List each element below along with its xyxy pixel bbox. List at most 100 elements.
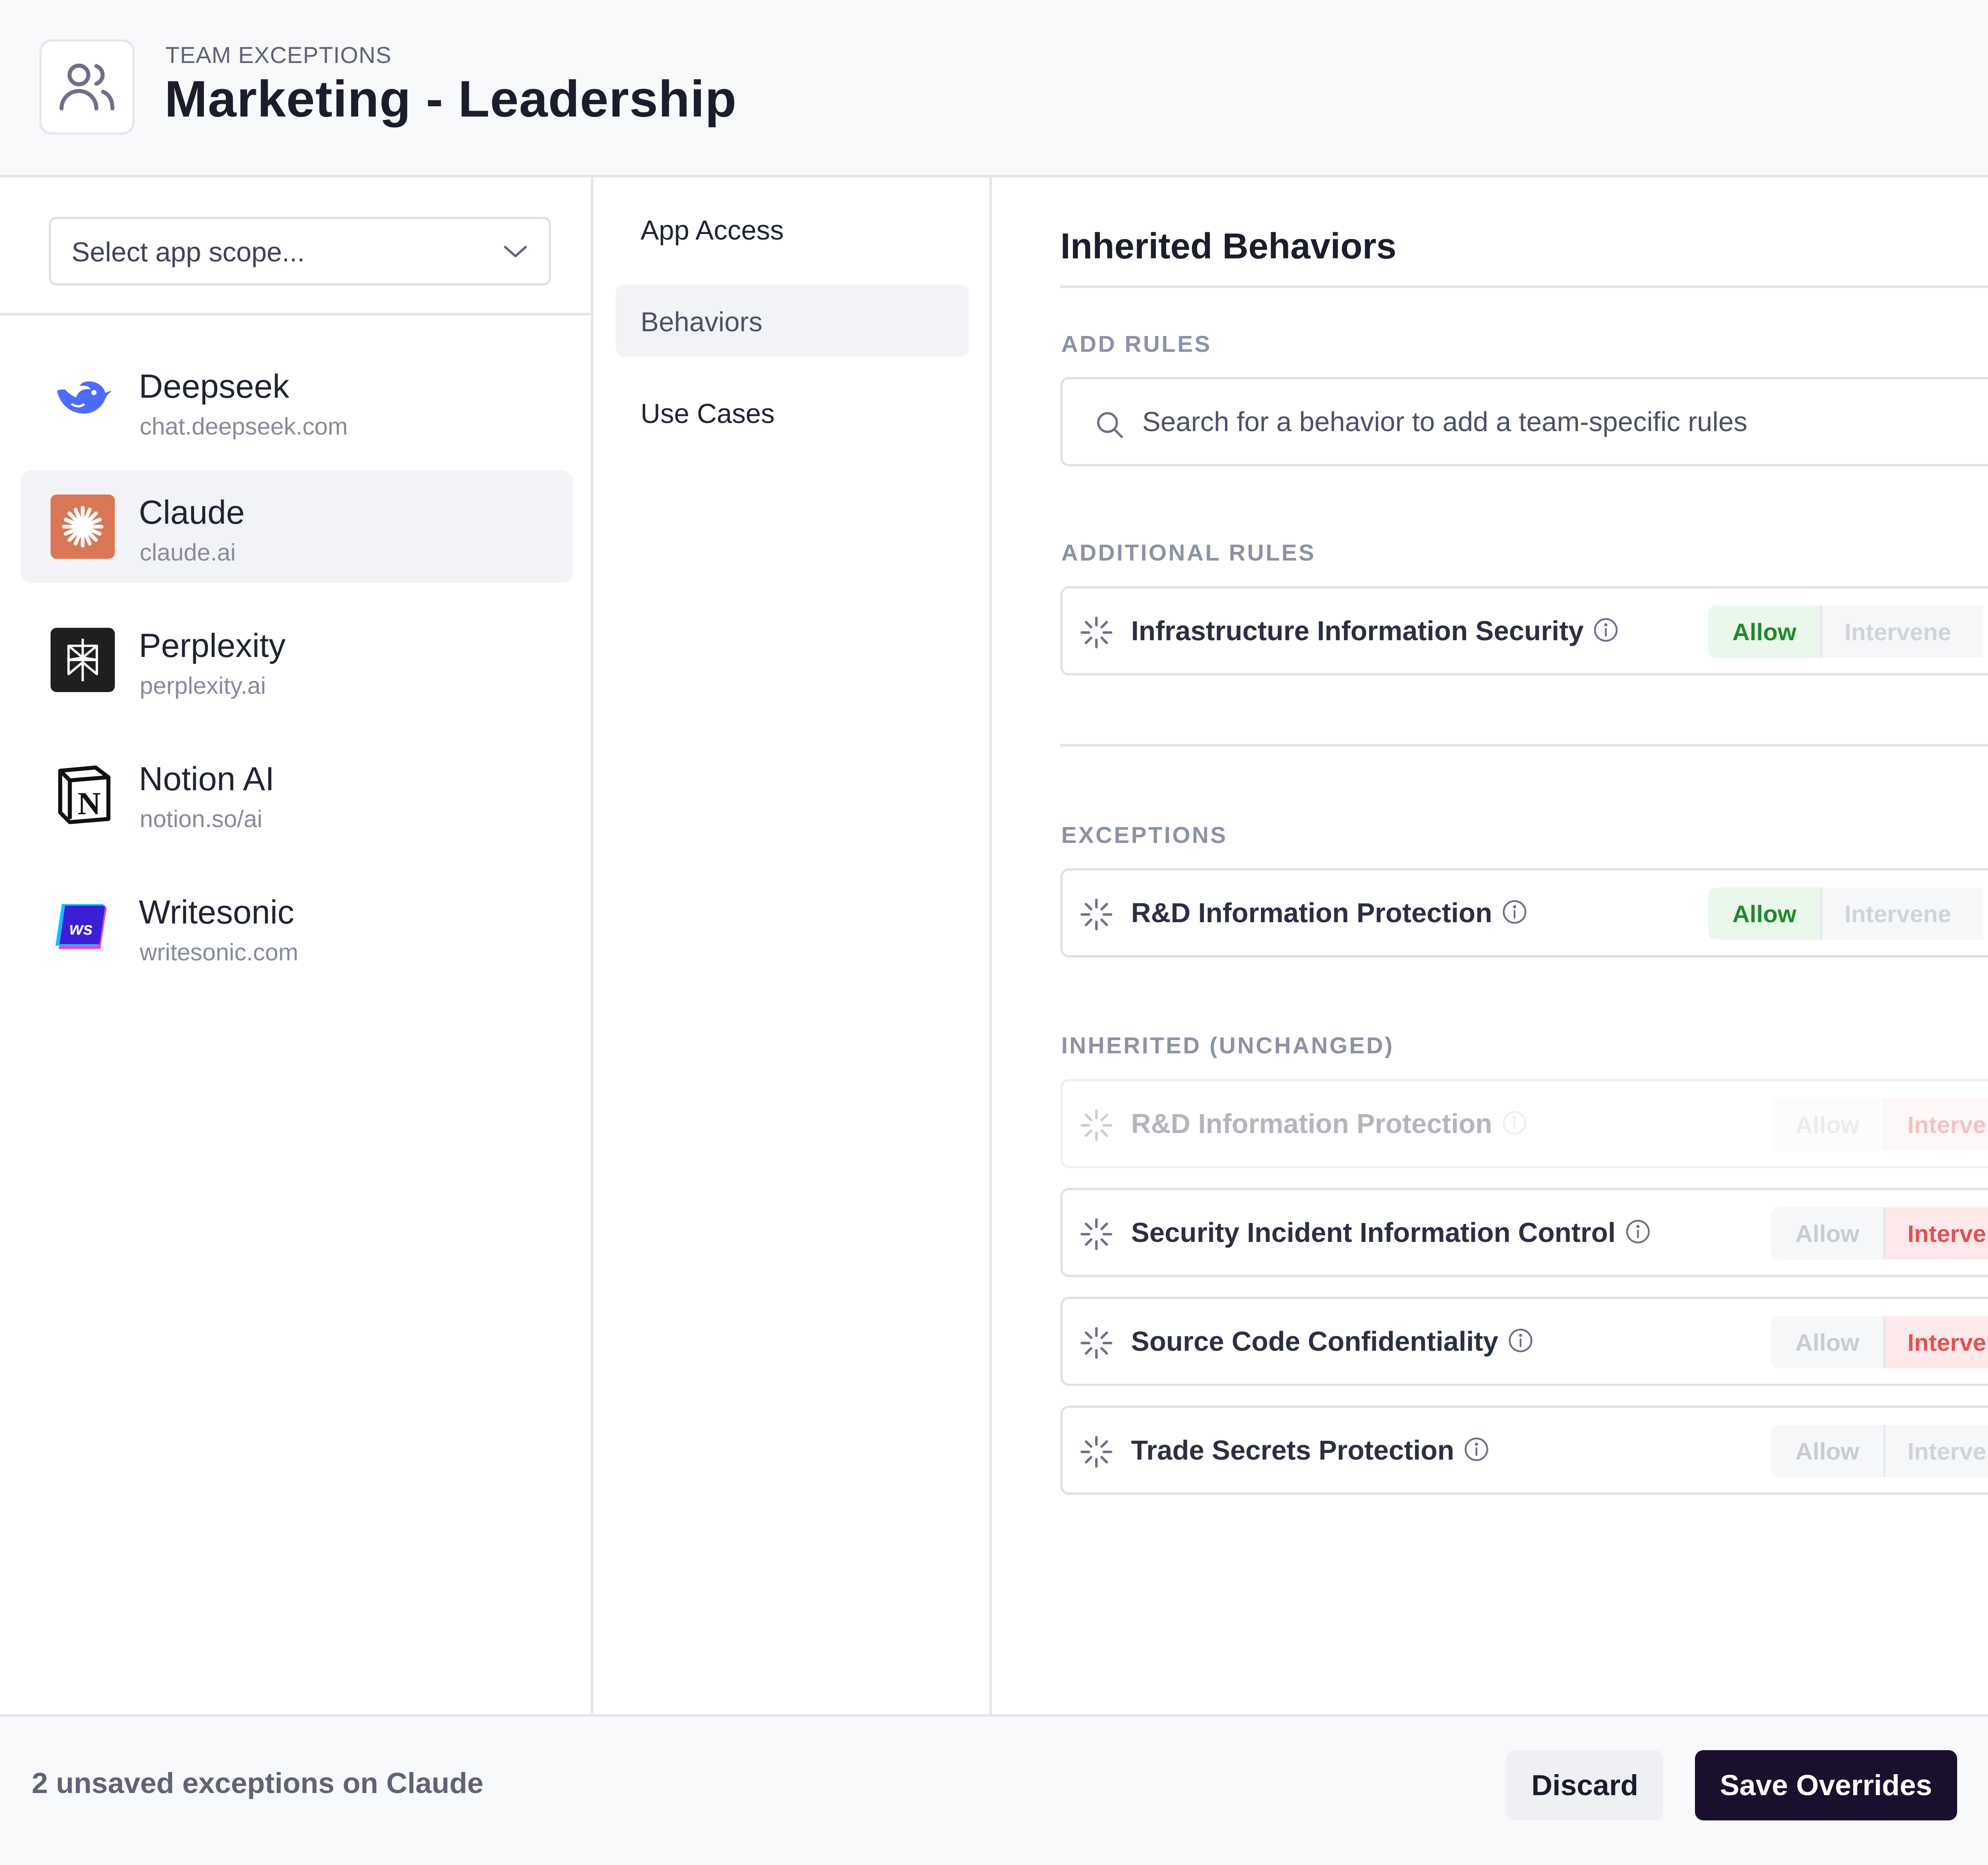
app-url: notion.so/ai [140, 805, 263, 832]
allow-option[interactable]: Allow [1771, 1098, 1883, 1151]
svg-text:N: N [78, 786, 101, 822]
sparkle-icon [1079, 615, 1114, 650]
behavior-name: Source Code Confidentiality [1131, 1325, 1534, 1357]
info-icon[interactable] [1507, 1327, 1534, 1354]
discard-button[interactable]: Discard [1506, 1750, 1663, 1820]
app-url: perplexity.ai [140, 672, 266, 699]
settings-nav: App Access Behaviors Use Cases [593, 177, 992, 1714]
app-item-perplexity[interactable]: Perplexity perplexity.ai [21, 604, 573, 716]
app-scope-select[interactable]: Select app scope... [49, 217, 551, 285]
allow-intervene-toggle: Allow Interve [1771, 1207, 1988, 1259]
intervene-option[interactable]: Interve [1883, 1098, 1988, 1151]
inherited-label: INHERITED (UNCHANGED) [1061, 1033, 1394, 1058]
app-name: Claude [139, 493, 245, 531]
nav-label: Use Cases [641, 398, 775, 429]
allow-intervene-toggle: Allow Intervene [1708, 888, 1983, 940]
save-overrides-button[interactable]: Save Overrides [1695, 1750, 1957, 1820]
page-eyebrow: TEAM EXCEPTIONS [165, 42, 392, 68]
allow-option[interactable]: Allow [1708, 606, 1820, 658]
behavior-row: Trade Secrets Protection Allow Interve [1060, 1406, 1988, 1495]
behavior-name: Infrastructure Information Security [1131, 615, 1620, 647]
allow-option[interactable]: Allow [1708, 888, 1820, 940]
divider [1060, 744, 1988, 747]
allow-intervene-toggle: Allow Interve [1771, 1425, 1988, 1477]
info-icon[interactable] [1501, 898, 1528, 926]
notion-logo: N [51, 761, 115, 825]
deepseek-logo [51, 369, 115, 433]
scope-placeholder: Select app scope... [72, 237, 305, 267]
info-icon[interactable] [1592, 616, 1620, 644]
behavior-label: Source Code Confidentiality [1131, 1326, 1498, 1357]
sparkle-icon [1079, 1217, 1114, 1252]
sparkle-icon [1079, 1434, 1114, 1469]
search-placeholder: Search for a behavior to add a team-spec… [1142, 406, 1748, 437]
intervene-option[interactable]: Intervene [1820, 888, 1983, 940]
allow-intervene-toggle: Allow Interve [1771, 1316, 1988, 1368]
app-name: Deepseek [139, 367, 290, 405]
app-url: writesonic.com [140, 938, 299, 965]
behavior-search-input[interactable]: Search for a behavior to add a team-spec… [1060, 377, 1988, 466]
search-icon [1097, 412, 1123, 438]
allow-option[interactable]: Allow [1771, 1316, 1883, 1368]
behavior-row: R&D Information Protection Allow Intervene [1060, 868, 1988, 957]
users-icon [39, 39, 135, 135]
additional-rules-label: ADDITIONAL RULES [1061, 540, 1316, 566]
chevron-down-icon [504, 246, 527, 258]
intervene-option[interactable]: Interve [1883, 1207, 1988, 1259]
behavior-label: R&D Information Protection [1131, 897, 1492, 928]
info-icon[interactable] [1463, 1436, 1490, 1463]
unsaved-status: 2 unsaved exceptions on Claude [32, 1767, 484, 1799]
perplexity-logo [51, 628, 115, 692]
intervene-option[interactable]: Intervene [1820, 606, 1983, 658]
nav-app-access[interactable]: App Access [616, 193, 969, 265]
behaviors-panel: Inherited Behaviors ADD RULES Search for… [992, 177, 1988, 1714]
nav-label: Behaviors [641, 306, 763, 337]
app-item-writesonic[interactable]: ws Writesonic writesonic.com [21, 870, 573, 983]
scope-area: Select app scope... [0, 177, 591, 315]
behavior-label: Infrastructure Information Security [1131, 615, 1584, 646]
claude-logo [51, 495, 115, 559]
allow-intervene-toggle: Allow Interve [1771, 1098, 1988, 1151]
intervene-option[interactable]: Interve [1883, 1316, 1988, 1368]
allow-intervene-toggle: Allow Intervene [1708, 606, 1983, 658]
svg-text:ws: ws [69, 919, 93, 938]
behavior-name: R&D Information Protection [1131, 897, 1528, 929]
footer-bar: 2 unsaved exceptions on Claude Discard S… [0, 1714, 1988, 1865]
page-header: TEAM EXCEPTIONS Marketing - Leadership [0, 0, 1988, 177]
behavior-row: Source Code Confidentiality Allow Interve [1060, 1297, 1988, 1386]
writesonic-logo: ws [51, 894, 115, 959]
nav-label: App Access [641, 215, 784, 246]
intervene-option[interactable]: Interve [1883, 1425, 1988, 1477]
behavior-row: Security Incident Information Control All… [1060, 1188, 1988, 1277]
behavior-label: Security Incident Information Control [1131, 1217, 1616, 1248]
app-item-deepseek[interactable]: Deepseek chat.deepseek.com [21, 345, 573, 457]
app-name: Notion AI [139, 760, 275, 798]
behavior-label: Trade Secrets Protection [1131, 1435, 1455, 1466]
sparkle-icon [1079, 1108, 1114, 1143]
nav-use-cases[interactable]: Use Cases [616, 376, 969, 448]
app-item-notion[interactable]: N Notion AI notion.so/ai [21, 737, 573, 849]
behavior-row: Infrastructure Information Security Allow… [1060, 586, 1988, 675]
nav-behaviors[interactable]: Behaviors [616, 285, 969, 357]
app-item-claude[interactable]: Claude claude.ai [21, 471, 573, 583]
behavior-name: Trade Secrets Protection [1131, 1434, 1490, 1466]
behavior-name: Security Incident Information Control [1131, 1217, 1652, 1248]
behavior-name: R&D Information Protection [1131, 1108, 1528, 1139]
exceptions-label: EXCEPTIONS [1061, 822, 1228, 848]
info-icon[interactable] [1624, 1218, 1652, 1245]
sparkle-icon [1079, 897, 1114, 932]
app-name: Perplexity [139, 627, 286, 664]
behavior-row: R&D Information Protection Allow Interve [1060, 1079, 1988, 1168]
allow-option[interactable]: Allow [1771, 1425, 1883, 1477]
app-list-panel: Select app scope... Deepseek chat.deepse… [0, 177, 593, 1714]
app-url: chat.deepseek.com [140, 413, 348, 440]
app-url: claude.ai [140, 539, 236, 566]
sparkle-icon [1079, 1325, 1114, 1361]
info-icon[interactable] [1501, 1109, 1528, 1136]
allow-option[interactable]: Allow [1771, 1207, 1883, 1259]
add-rules-label: ADD RULES [1061, 331, 1212, 357]
app-name: Writesonic [139, 893, 294, 931]
section-title: Inherited Behaviors [1060, 226, 1397, 266]
divider [1060, 285, 1988, 288]
page-title: Marketing - Leadership [165, 70, 737, 128]
